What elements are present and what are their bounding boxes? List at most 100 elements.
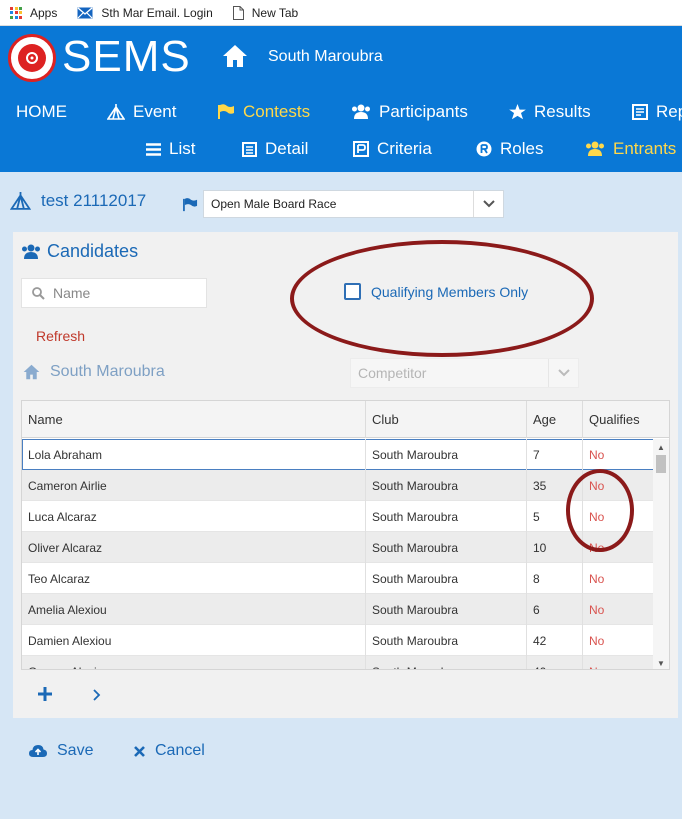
save-button[interactable]: Save xyxy=(29,742,93,760)
table-row[interactable]: Cameron Airlie South Maroubra 35 No xyxy=(22,470,655,501)
cancel-label: Cancel xyxy=(155,742,205,759)
nav-reports[interactable]: Rep xyxy=(632,102,682,122)
contest-select-value: Open Male Board Race xyxy=(211,197,337,211)
cell-name: Teo Alcaraz xyxy=(22,563,366,594)
nav-event[interactable]: Event xyxy=(107,102,176,122)
cell-name: Cameron Airlie xyxy=(22,470,366,501)
column-header-qualifies[interactable]: Qualifies xyxy=(583,401,655,438)
scroll-down-icon[interactable]: ▼ xyxy=(657,659,665,668)
table-row[interactable]: Damien Alexiou South Maroubra 42 No xyxy=(22,625,655,656)
app-header: SEMS South Maroubra HOME Event Contests … xyxy=(0,26,682,172)
chevron-down-icon[interactable] xyxy=(548,359,578,387)
name-search-input[interactable]: Name xyxy=(21,278,207,308)
cell-name: Luca Alcaraz xyxy=(22,501,366,532)
nav-participants[interactable]: Participants xyxy=(351,102,468,122)
contest-select[interactable]: Open Male Board Race xyxy=(203,190,504,218)
nav-results[interactable]: Results xyxy=(509,102,591,122)
save-label: Save xyxy=(57,742,94,759)
add-icon[interactable] xyxy=(38,687,52,706)
cell-club: South Maroubra xyxy=(366,625,527,656)
role-select[interactable]: Competitor xyxy=(350,358,579,388)
subnav-list-label: List xyxy=(169,139,196,158)
users-icon xyxy=(22,244,40,259)
nav-home-label: HOME xyxy=(16,102,67,121)
bookmark-new-tab[interactable]: New Tab xyxy=(232,5,298,20)
table-row[interactable]: Luca Alcaraz South Maroubra 5 No xyxy=(22,501,655,532)
subnav-roles[interactable]: Roles xyxy=(476,139,543,159)
cell-name: George Alexiou xyxy=(22,656,366,669)
bookmark-email-login[interactable]: Sth Mar Email. Login xyxy=(77,5,213,20)
cell-qualifies: No xyxy=(589,571,605,586)
table-row[interactable]: Lola Abraham South Maroubra 7 No xyxy=(22,439,655,470)
club-filter-label: South Maroubra xyxy=(50,363,165,380)
scroll-thumb[interactable] xyxy=(656,455,666,473)
list-icon xyxy=(146,142,161,156)
bookmark-apps[interactable]: Apps xyxy=(10,6,57,20)
club-name: South Maroubra xyxy=(268,48,383,65)
subnav-detail-label: Detail xyxy=(265,139,309,158)
cell-name: Amelia Alexiou xyxy=(22,594,366,625)
cell-qualifies: No xyxy=(589,447,605,462)
cell-name: Oliver Alcaraz xyxy=(22,532,366,563)
subnav-list[interactable]: List xyxy=(146,139,195,159)
bookmark-label: Apps xyxy=(30,5,58,20)
refresh-button[interactable]: Refresh xyxy=(36,328,85,344)
table-row[interactable]: George AlexiouSouth Maroubra40No xyxy=(22,656,655,669)
cell-club: South Maroubra xyxy=(366,563,527,594)
table-row[interactable]: Amelia Alexiou South Maroubra 6 No xyxy=(22,594,655,625)
scroll-up-icon[interactable]: ▲ xyxy=(657,443,665,452)
chevron-down-icon[interactable] xyxy=(473,191,503,217)
nav-home[interactable]: HOME xyxy=(16,102,67,122)
subnav-criteria[interactable]: Criteria xyxy=(353,139,432,159)
club-filter: South Maroubra xyxy=(23,363,165,381)
annotation-ellipse-qualifying xyxy=(290,240,594,357)
home-icon xyxy=(23,364,40,380)
cell-qualifies: No xyxy=(589,602,605,617)
nav-results-label: Results xyxy=(534,102,591,121)
table-scrollbar[interactable]: ▲ ▼ xyxy=(653,439,669,669)
users-icon xyxy=(352,104,370,119)
report-icon xyxy=(632,104,648,120)
chevron-right-icon[interactable] xyxy=(93,688,101,706)
star-icon xyxy=(509,104,526,120)
subnav-entrants[interactable]: Entrants xyxy=(585,139,676,159)
criteria-icon xyxy=(353,141,369,157)
cancel-button[interactable]: Cancel xyxy=(134,742,205,760)
cell-age: 40 xyxy=(527,656,583,669)
nav-contests[interactable]: Contests xyxy=(218,102,310,122)
flag-icon xyxy=(182,198,199,217)
search-icon xyxy=(32,286,45,300)
surf-life-saving-logo[interactable] xyxy=(8,34,56,82)
annotation-ellipse-qualifies-column xyxy=(566,469,634,552)
subnav-detail[interactable]: Detail xyxy=(242,139,308,159)
flag-icon xyxy=(218,104,234,119)
cloud-upload-icon xyxy=(29,745,47,757)
page-icon xyxy=(232,5,244,20)
bookmark-label: Sth Mar Email. Login xyxy=(101,5,213,20)
name-search-placeholder: Name xyxy=(53,285,91,301)
column-header-club[interactable]: Club xyxy=(366,401,527,438)
table-row[interactable]: Oliver Alcaraz South Maroubra 10 No xyxy=(22,532,655,563)
column-header-age[interactable]: Age xyxy=(527,401,583,438)
nav-reports-label: Rep xyxy=(656,102,682,121)
tent-icon xyxy=(10,192,31,210)
cell-age: 8 xyxy=(527,563,583,594)
roles-icon xyxy=(476,141,492,157)
cell-club: South Maroubra xyxy=(366,594,527,625)
cell-club: South Maroubra xyxy=(366,439,527,470)
bookmarks-bar: Apps Sth Mar Email. Login New Tab xyxy=(0,0,682,26)
table-row[interactable]: Teo Alcaraz South Maroubra 8 No xyxy=(22,563,655,594)
close-icon xyxy=(134,745,145,757)
role-select-placeholder: Competitor xyxy=(358,365,427,381)
cell-club: South Maroubra xyxy=(366,501,527,532)
mail-icon xyxy=(77,6,93,19)
brand-title[interactable]: SEMS xyxy=(62,32,191,82)
nav-participants-label: Participants xyxy=(379,102,468,121)
apps-grid-icon xyxy=(10,6,22,19)
subnav-roles-label: Roles xyxy=(500,139,544,158)
home-icon[interactable] xyxy=(222,44,248,73)
column-header-name[interactable]: Name xyxy=(22,401,366,438)
nav-event-label: Event xyxy=(133,102,177,121)
tent-icon xyxy=(107,104,125,120)
subnav-entrants-label: Entrants xyxy=(613,139,677,158)
